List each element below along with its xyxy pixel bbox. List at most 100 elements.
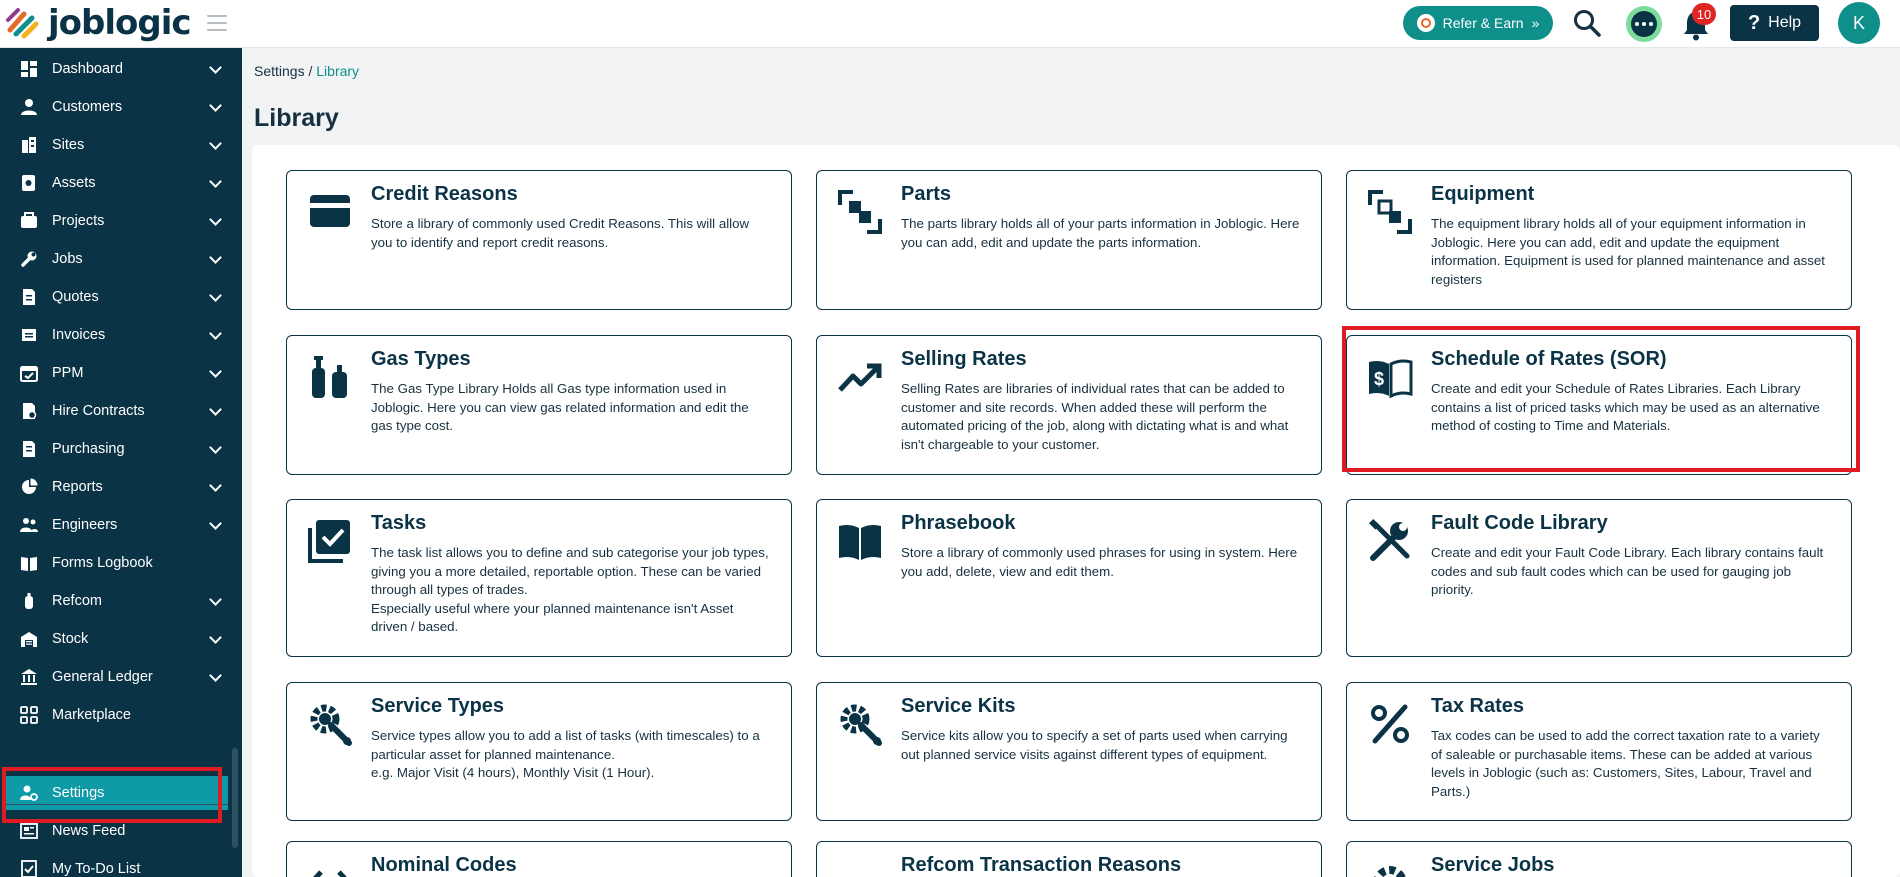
sidebar-item-forms-logbook[interactable]: Forms Logbook [6,546,228,580]
joblogic-logo[interactable]: joblogic [4,2,192,44]
chevron-down-icon[interactable] [209,137,222,150]
user-avatar[interactable]: K [1838,2,1880,44]
chevron-down-icon[interactable] [209,327,222,340]
card-title: Service Types [371,695,505,717]
chevron-down-icon[interactable] [209,175,222,188]
sidebar-item-quotes[interactable]: Quotes [6,280,228,314]
sidebar-item-marketplace[interactable]: Marketplace [6,698,228,732]
sidebar-item-general-ledger[interactable]: General Ledger [6,660,228,694]
library-card-refcom-transaction-reasons[interactable]: Refcom Transaction Reasons [816,841,1322,877]
card-title: Equipment [1431,183,1535,205]
sidebar-item-reports[interactable]: Reports [6,470,228,504]
chevron-down-icon[interactable] [209,251,222,264]
sidebar-item-invoices[interactable]: Invoices [6,318,228,352]
library-card-service-kits[interactable]: Service Kits Service kits allow you to sp… [816,682,1322,821]
sidebar-item-sites[interactable]: Sites [6,128,228,162]
refer-earn-button[interactable]: Refer & Earn » [1403,6,1553,40]
sidebar-item-label: Stock [52,631,89,647]
chevron-down-icon[interactable] [209,479,222,492]
library-card-gas-types[interactable]: Gas Types The Gas Type Library Holds all … [286,335,792,475]
card-title: Refcom Transaction Reasons [901,854,1182,876]
library-card-tax-rates[interactable]: Tax Rates Tax codes can be used to add th… [1346,682,1852,821]
pie-chart-icon [20,478,38,496]
library-card-nominal-codes[interactable]: Nominal Codes [286,841,792,877]
chevron-down-icon[interactable] [209,631,222,644]
breadcrumb-library[interactable]: Library [316,63,359,79]
chat-icon[interactable] [1626,6,1662,42]
equipment-icon [1367,189,1413,235]
sidebar-item-assets[interactable]: Assets [6,166,228,200]
calendar-icon [20,364,38,382]
chevron-down-icon[interactable] [209,593,222,606]
chevron-down-icon[interactable] [209,99,222,112]
card-description: The equipment library holds all of your … [1431,215,1831,289]
sidebar-item-refcom[interactable]: Refcom [6,584,228,618]
help-button[interactable]: ? Help [1730,5,1819,41]
trending-up-icon [837,354,883,400]
chevron-down-icon[interactable] [209,517,222,530]
sidebar-item-purchasing[interactable]: Purchasing [6,432,228,466]
sidebar-item-engineers[interactable]: Engineers [6,508,228,542]
card-description: The task list allows you to define and s… [371,544,771,637]
breadcrumb-settings[interactable]: Settings [254,63,305,79]
task-check-icon [307,518,353,564]
library-card-equipment[interactable]: Equipment The equipment library holds all… [1346,170,1852,310]
card-description: The parts library holds all of your part… [901,215,1301,252]
sidebar-item-customers[interactable]: Customers [6,90,228,124]
chevron-down-icon[interactable] [209,213,222,226]
chevron-down-icon[interactable] [209,61,222,74]
sidebar-item-hire-contracts[interactable]: Hire Contracts [6,394,228,428]
card-title: Tasks [371,512,427,534]
sidebar-item-my-to-do-list[interactable]: My To-Do List [6,852,228,877]
card-title: Selling Rates [901,348,1027,370]
library-card-service-types[interactable]: Service Types Service types allow you to … [286,682,792,821]
settings-highlight-box [2,767,222,823]
library-card-credit-reasons[interactable]: Credit Reasons Store a library of commonl… [286,170,792,310]
bank-icon [20,668,38,686]
news-icon [20,822,38,840]
engineers-icon [20,516,38,534]
chevron-down-icon[interactable] [209,365,222,378]
library-card-tasks[interactable]: Tasks The task list allows you to define … [286,499,792,657]
card-title: Credit Reasons [371,183,518,205]
sidebar-item-label: Assets [52,175,96,191]
sidebar-item-label: PPM [52,365,84,381]
sidebar-item-jobs[interactable]: Jobs [6,242,228,276]
help-label: Help [1768,14,1802,31]
card-description-text: The Gas Type Library Holds all Gas type … [371,381,749,433]
sidebar-item-label: My To-Do List [52,861,141,877]
card-description: Service types allow you to add a list of… [371,727,771,783]
card-title: Tax Rates [1431,695,1525,717]
library-card-service-jobs[interactable]: Service Jobs [1346,841,1852,877]
gear-wrench-icon [307,701,353,747]
sidebar-item-stock[interactable]: Stock [6,622,228,656]
search-icon[interactable] [1572,8,1602,38]
sidebar-item-ppm[interactable]: PPM [6,356,228,390]
sidebar-item-projects[interactable]: Projects [6,204,228,238]
library-card-phrasebook[interactable]: Phrasebook Store a library of commonly us… [816,499,1322,657]
library-card-selling-rates[interactable]: Selling Rates Selling Rates are libraries… [816,335,1322,475]
sidebar-item-dashboard[interactable]: Dashboard [6,52,228,86]
card-title: Fault Code Library [1431,512,1608,534]
warehouse-icon [20,630,38,648]
top-bar: joblogic Refer & Earn » 10 ? Help K [0,0,1900,48]
refer-label: Refer & Earn [1442,15,1524,31]
sidebar-item-label: News Feed [52,823,126,839]
card-description: Tax codes can be used to add the correct… [1431,727,1831,801]
library-card-parts[interactable]: Parts The parts library holds all of your… [816,170,1322,310]
card-description-text: Store a library of commonly used phrases… [901,545,1298,579]
sidebar-scrollbar[interactable] [232,748,238,848]
menu-toggle-icon[interactable] [207,15,227,31]
chevron-down-icon[interactable] [209,441,222,454]
sidebar: Dashboard Customers Sites Assets Projects Job… [0,48,242,877]
chevron-down-icon[interactable] [209,289,222,302]
sidebar-item-label: Refcom [52,593,102,609]
card-description-text: The equipment library holds all of your … [1431,216,1825,287]
card-description-text: Service types allow you to add a list of… [371,728,760,762]
card-description-text-extra: e.g. Major Visit (4 hours), Monthly Visi… [371,765,655,780]
tools-icon [1367,518,1413,564]
percent-icon [1367,701,1413,747]
library-card-fault-code-library[interactable]: Fault Code Library Create and edit your F… [1346,499,1852,657]
chevron-down-icon[interactable] [209,403,222,416]
chevron-down-icon[interactable] [209,669,222,682]
